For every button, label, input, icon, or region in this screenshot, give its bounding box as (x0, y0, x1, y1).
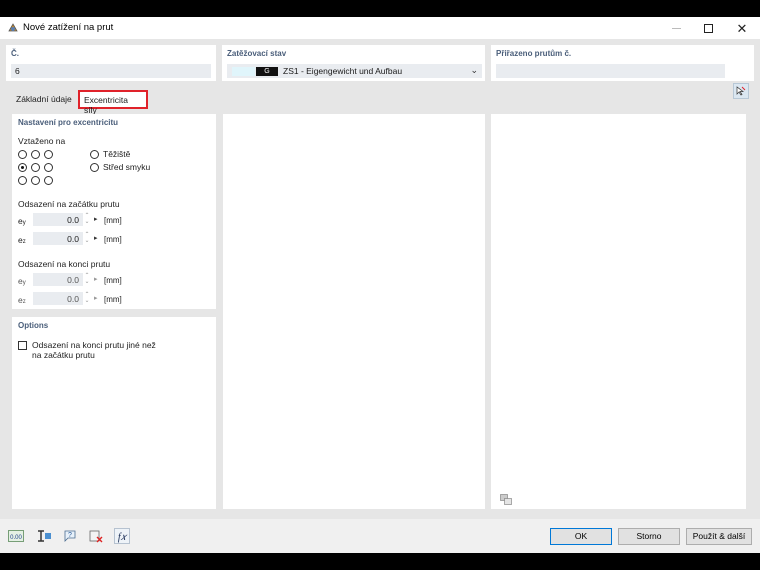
load-case-value: ZS1 - Eigengewicht und Aufbau (283, 66, 403, 76)
radio-centroid[interactable] (90, 150, 99, 159)
end-ey-unit: [mm] (104, 276, 122, 285)
start-ey-unit: [mm] (104, 216, 122, 225)
app-icon (7, 22, 19, 34)
tab-basic-data[interactable]: Základní údaje (11, 91, 77, 108)
help-icon[interactable]: ? (62, 528, 78, 544)
different-end-offset-label-1: Odsazení na konci prutu jiné než (32, 340, 156, 350)
options-panel: Options Odsazení na konci prutu jiné než… (12, 317, 216, 509)
pick-members-button[interactable] (733, 83, 749, 99)
ok-button[interactable]: OK (550, 528, 612, 545)
close-button[interactable]: ✕ (725, 17, 759, 39)
different-end-offset-label-2: na začátku prutu (32, 350, 95, 360)
related-to-label: Vztaženo na (18, 136, 66, 146)
end-ey-input[interactable]: 0.0 (33, 273, 83, 286)
end-ez-unit: [mm] (104, 295, 122, 304)
end-ez-label: ez (18, 295, 26, 305)
radio-grid-2-2[interactable] (31, 163, 40, 172)
end-ez-arrow-icon[interactable]: ▸ (94, 294, 98, 302)
end-offset-title: Odsazení na konci prutu (18, 259, 111, 269)
units-text: 0.00 (10, 535, 22, 541)
delete-icon[interactable] (88, 528, 104, 544)
end-ey-arrow-icon[interactable]: ▸ (94, 275, 98, 283)
maximize-icon (703, 23, 713, 33)
tab-eccentricity[interactable]: Excentricita síly (78, 90, 148, 115)
close-icon: ✕ (736, 20, 748, 36)
preview-panel-right (491, 114, 746, 509)
apply-next-button[interactable]: Použít & další (686, 528, 752, 545)
view-options-icon[interactable] (500, 494, 513, 506)
radio-grid-1-2[interactable] (31, 150, 40, 159)
radio-grid-3-2[interactable] (31, 176, 40, 185)
start-ez-unit: [mm] (104, 235, 122, 244)
end-ey-label: ey (18, 276, 26, 286)
shear-center-label: Střed smyku (103, 162, 151, 172)
number-field-panel: Č. 6 (6, 45, 216, 81)
load-case-code: G (256, 67, 278, 76)
radio-shear-center[interactable] (90, 163, 99, 172)
assigned-members-label: Přiřazeno prutům č. (496, 49, 572, 58)
dialog-window: Nové zatížení na prut ✕ Č. 6 Zatěžovací … (0, 17, 760, 553)
units-icon[interactable]: 0.00 (8, 528, 24, 544)
cancel-button[interactable]: Storno (618, 528, 680, 545)
chevron-down-icon[interactable]: ⌄ (470, 65, 478, 76)
formula-icon[interactable]: f𝑥 (114, 528, 130, 544)
start-ez-spinner[interactable]: ⌃ ⌄ (84, 232, 90, 245)
cursor-pick-icon (736, 86, 746, 96)
radio-grid-3-1[interactable] (18, 176, 27, 185)
radio-grid-2-3[interactable] (44, 163, 53, 172)
start-offset-title: Odsazení na začátku prutu (18, 199, 120, 209)
number-input[interactable]: 6 (11, 64, 211, 78)
load-case-label: Zatěžovací stav (227, 49, 287, 58)
window-title: Nové zatížení na prut (23, 22, 114, 33)
start-ey-input[interactable]: 0.0 (33, 213, 83, 226)
radio-grid-2-1[interactable] (18, 163, 27, 172)
load-case-panel: Zatěžovací stav G ZS1 - Eigengewicht und… (222, 45, 485, 81)
minimize-button[interactable] (659, 17, 693, 39)
assigned-members-input[interactable] (496, 64, 725, 78)
start-ey-arrow-icon[interactable]: ▸ (94, 215, 98, 223)
maximize-button[interactable] (691, 17, 725, 39)
svg-text:?: ? (68, 532, 72, 539)
eccentricity-settings-panel: Nastavení pro excentricitu Vztaženo na T… (12, 114, 216, 309)
bottom-toolbar: 0.00 ? f𝑥 OK Storno Použít & další (0, 519, 760, 553)
end-ez-input[interactable]: 0.0 (33, 292, 83, 305)
number-label: Č. (11, 49, 19, 58)
end-ey-spinner[interactable]: ⌃ ⌄ (84, 273, 90, 286)
options-title: Options (18, 321, 49, 330)
radio-grid-3-3[interactable] (44, 176, 53, 185)
radio-grid-1-1[interactable] (18, 150, 27, 159)
start-ey-label: ey (18, 216, 26, 226)
start-ez-input[interactable]: 0.0 (33, 232, 83, 245)
title-bar: Nové zatížení na prut ✕ (0, 17, 760, 39)
eccentricity-settings-title: Nastavení pro excentricitu (18, 118, 119, 127)
assigned-members-panel: Přiřazeno prutům č. (491, 45, 754, 81)
minimize-icon (671, 27, 681, 29)
section-icon[interactable] (36, 528, 52, 544)
dialog-body: Č. 6 Zatěžovací stav G ZS1 - Eigengewich… (0, 39, 760, 553)
start-ez-label: ez (18, 235, 26, 245)
different-end-offset-checkbox[interactable] (18, 341, 27, 350)
start-ez-arrow-icon[interactable]: ▸ (94, 234, 98, 242)
load-case-color-swatch (232, 67, 255, 76)
preview-panel-middle (223, 114, 485, 509)
radio-grid-1-3[interactable] (44, 150, 53, 159)
load-case-select[interactable]: G ZS1 - Eigengewicht und Aufbau ⌄ (227, 64, 482, 78)
start-ey-spinner[interactable]: ⌃ ⌄ (84, 213, 90, 226)
formula-text: f𝑥 (118, 532, 128, 543)
centroid-label: Těžiště (103, 149, 131, 159)
end-ez-spinner[interactable]: ⌃ ⌄ (84, 292, 90, 305)
